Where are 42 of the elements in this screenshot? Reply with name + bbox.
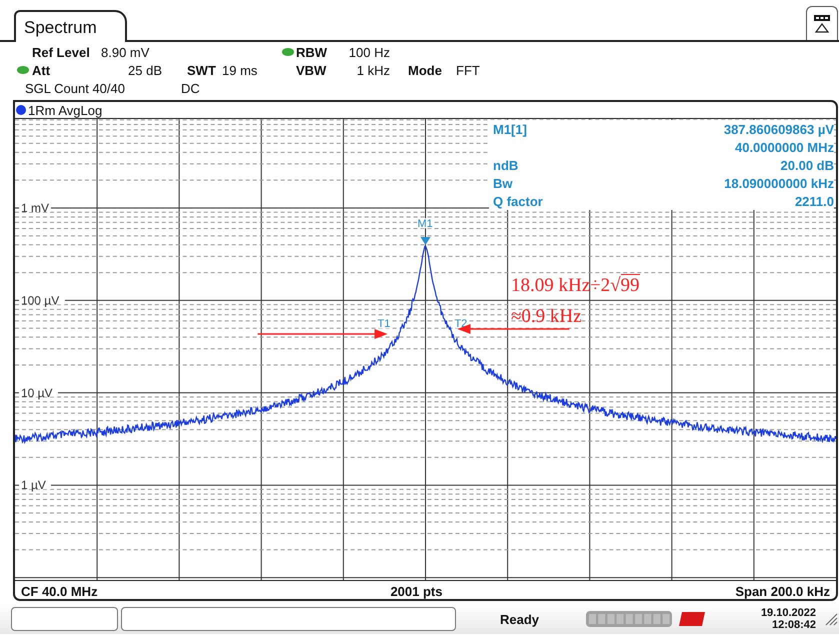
- coupling-value: DC: [180, 80, 200, 96]
- trace-label: 1Rm AvgLog: [28, 102, 102, 118]
- setting-label: SWT: [187, 62, 217, 78]
- axis-label: 1 µV: [21, 478, 46, 492]
- marker-field: Q factor: [493, 194, 634, 208]
- marker-value: 387.860609863 µV: [722, 122, 834, 136]
- logo-icon: [678, 611, 706, 627]
- marker-field: ndB: [493, 158, 634, 172]
- marker-label: T1: [378, 318, 390, 330]
- center-frequency: CF 40.0 MHz: [21, 584, 98, 598]
- sweep-count: SGL Count 40/40: [25, 80, 125, 96]
- sweep-points: 2001 pts: [390, 584, 442, 598]
- setting-value: 100 Hz: [348, 44, 390, 60]
- setting-value: FFT: [456, 62, 481, 78]
- setting-value: 25 dB: [127, 62, 162, 78]
- marker-icon: [420, 237, 430, 245]
- setting-label: Att: [32, 62, 52, 78]
- setting-value: 8.90 mV: [101, 44, 150, 60]
- status-time: 12:08:42: [772, 619, 816, 631]
- spectrum-tab[interactable]: Spectrum: [14, 10, 127, 42]
- setting-label: RBW: [296, 44, 328, 60]
- axis-label: 1 mV: [21, 201, 49, 215]
- marker-value: 40.0000000 MHz: [734, 140, 834, 154]
- setting-value: 1 kHz: [356, 62, 390, 78]
- marker-field: Bw: [493, 176, 634, 190]
- marker-value: 18.090000000 kHz: [723, 176, 834, 190]
- marker-value: 20.00 dB: [780, 158, 834, 172]
- axis-label: 100 µV: [21, 293, 60, 308]
- toolbar-button[interactable]: [806, 6, 838, 40]
- setting-value: 19 ms: [222, 62, 258, 78]
- setting-label: VBW: [296, 62, 328, 78]
- status-text: Ready: [500, 612, 540, 626]
- marker-value: 2211.0: [794, 194, 834, 208]
- marker-field: M1[1]: [493, 122, 634, 136]
- span-value: Span 200.0 kHz: [735, 584, 830, 598]
- toolbar-icon: [812, 12, 832, 34]
- status-date: 19.10.2022: [760, 607, 816, 619]
- setting-label: Mode: [408, 62, 443, 78]
- setting-label: Ref Level: [32, 44, 91, 60]
- axis-label: 10 µV: [21, 386, 53, 400]
- resize-grip-icon[interactable]: [824, 612, 838, 626]
- annotation-text: ≈0.9 kHz: [511, 306, 582, 328]
